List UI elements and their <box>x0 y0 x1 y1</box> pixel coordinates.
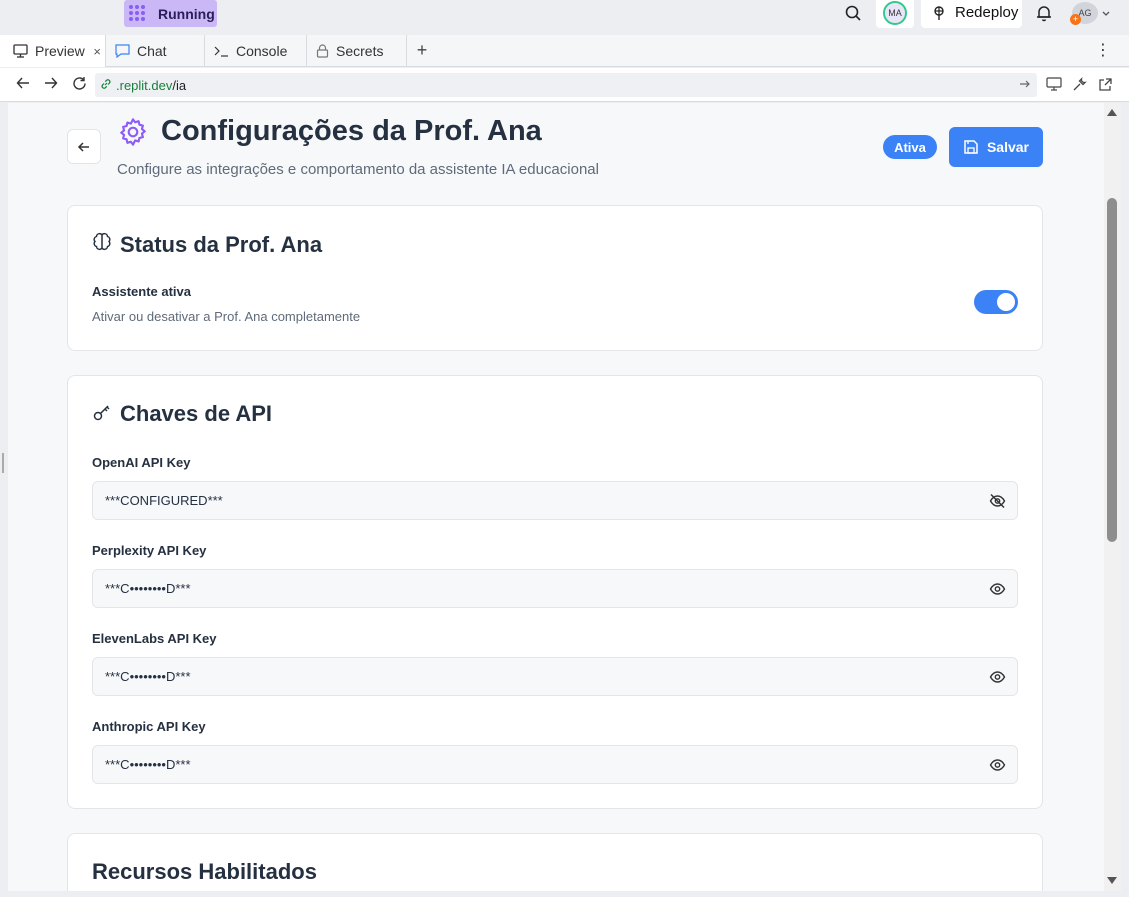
save-label: Salvar <box>986 139 1030 155</box>
spark-icon: + <box>1070 14 1081 25</box>
run-status-label: Running <box>158 5 215 22</box>
tab-preview[interactable]: Preview × <box>0 35 106 67</box>
url-path: /ia <box>172 77 187 93</box>
frame-bottom <box>0 891 1129 897</box>
assistant-active-toggle[interactable] <box>974 290 1018 314</box>
assistant-toggle-label: Assistente ativa <box>92 284 191 299</box>
tab-secrets[interactable]: Secrets <box>307 35 407 67</box>
eye-icon[interactable] <box>989 757 1006 778</box>
preview-address-bar: .replit.dev/ia <box>0 68 1129 102</box>
scroll-down-arrow[interactable] <box>1107 877 1117 884</box>
monitor-icon <box>13 44 28 58</box>
close-icon[interactable]: × <box>93 44 101 59</box>
anthropic-key-field <box>92 745 1018 784</box>
anthropic-key-input[interactable] <box>93 746 953 783</box>
run-status-icon <box>129 4 147 23</box>
back-button[interactable] <box>67 129 101 164</box>
eye-icon[interactable] <box>989 669 1006 690</box>
go-arrow-icon[interactable] <box>1019 78 1031 93</box>
save-icon <box>964 140 978 154</box>
key-icon <box>92 403 112 428</box>
forward-arrow-icon[interactable] <box>44 76 58 95</box>
resize-handle[interactable] <box>2 453 4 473</box>
url-host: .replit.dev <box>116 77 173 93</box>
wrench-icon[interactable] <box>1072 77 1087 97</box>
tab-console-label: Console <box>236 43 288 59</box>
features-card: Recursos Habilitados <box>67 833 1043 897</box>
tab-secrets-label: Secrets <box>336 43 384 59</box>
tab-chat[interactable]: Chat <box>106 35 205 67</box>
perplexity-key-label: Perplexity API Key <box>92 543 207 558</box>
status-badge: Ativa <box>883 135 937 159</box>
features-card-title: Recursos Habilitados <box>92 859 317 884</box>
device-preview-icon[interactable] <box>1046 77 1062 97</box>
collaborator-avatar[interactable]: MA <box>876 0 914 28</box>
elevenlabs-key-label: ElevenLabs API Key <box>92 631 217 646</box>
collaborator-initials: MA <box>883 0 907 25</box>
chat-icon <box>115 44 130 58</box>
scroll-up-arrow[interactable] <box>1107 109 1117 116</box>
tab-preview-label: Preview <box>35 43 85 59</box>
elevenlabs-key-field <box>92 657 1018 696</box>
api-keys-card: Chaves de API OpenAI API Key Perplexity … <box>67 375 1043 809</box>
api-keys-card-title: Chaves de API <box>120 401 273 426</box>
assistant-toggle-description: Ativar ou desativar a Prof. Ana completa… <box>92 309 361 324</box>
brain-icon <box>92 232 112 257</box>
workspace-topbar: Running MA Redeploy AG + <box>0 0 1129 34</box>
elevenlabs-key-input[interactable] <box>93 658 953 695</box>
status-card: Status da Prof. Ana Assistente ativa Ati… <box>67 205 1043 351</box>
chevron-down-icon[interactable] <box>1101 6 1111 24</box>
external-link-icon[interactable] <box>1098 77 1113 97</box>
redeploy-label: Redeploy <box>955 4 1019 21</box>
openai-key-field <box>92 481 1018 520</box>
terminal-icon <box>214 44 229 58</box>
lock-icon <box>316 44 329 58</box>
link-icon <box>100 78 112 93</box>
workspace-tabs: Preview × Chat Console Secrets + ⋮ <box>0 35 1129 67</box>
eye-off-icon[interactable] <box>989 493 1006 514</box>
url-field[interactable]: .replit.dev/ia <box>95 73 1037 97</box>
perplexity-key-input[interactable] <box>93 570 953 607</box>
perplexity-key-field <box>92 569 1018 608</box>
gear-icon <box>117 116 149 153</box>
save-button[interactable]: Salvar <box>949 127 1043 167</box>
more-vertical-icon[interactable]: ⋮ <box>1095 43 1111 59</box>
search-icon[interactable] <box>843 3 863 23</box>
toggle-knob <box>997 293 1015 311</box>
openai-key-input[interactable] <box>93 482 953 519</box>
run-status-button[interactable]: Running <box>124 0 217 27</box>
bell-icon[interactable] <box>1034 3 1054 23</box>
anthropic-key-label: Anthropic API Key <box>92 719 206 734</box>
account-avatar[interactable]: AG + <box>1070 2 1098 25</box>
add-tab-button[interactable]: + <box>407 35 437 66</box>
page-subtitle: Configure as integrações e comportamento… <box>117 161 599 178</box>
tab-chat-label: Chat <box>137 43 167 59</box>
page-title: Configurações da Prof. Ana <box>161 115 542 147</box>
redeploy-icon <box>934 5 944 20</box>
eye-icon[interactable] <box>989 581 1006 602</box>
status-card-title: Status da Prof. Ana <box>120 232 323 257</box>
tab-console[interactable]: Console <box>205 35 307 67</box>
openai-key-label: OpenAI API Key <box>92 455 191 470</box>
reload-icon[interactable] <box>72 76 87 96</box>
redeploy-button[interactable]: Redeploy <box>921 0 1022 28</box>
back-arrow-icon[interactable] <box>16 76 30 95</box>
scrollbar-thumb[interactable] <box>1107 198 1117 542</box>
arrow-left-icon <box>77 141 89 152</box>
